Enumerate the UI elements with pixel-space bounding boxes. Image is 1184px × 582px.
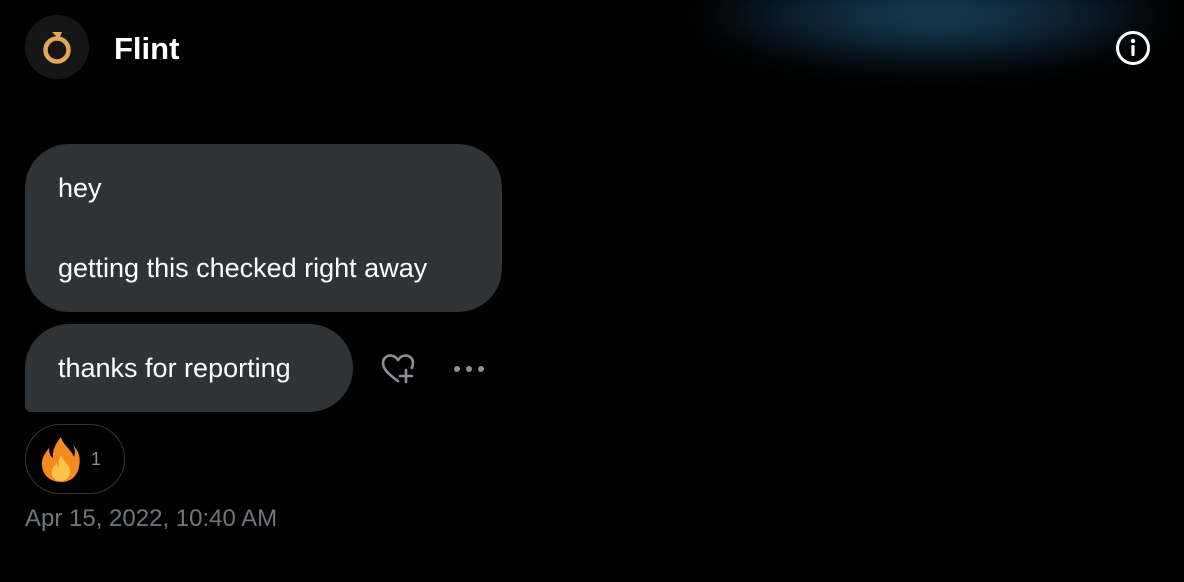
add-reaction-button[interactable] [378,350,418,388]
avatar[interactable] [25,15,89,79]
info-icon [1116,31,1150,65]
message-timestamp: Apr 15, 2022, 10:40 AM [25,505,278,532]
more-horizontal-icon [454,366,484,372]
info-button[interactable] [1114,29,1152,67]
reaction-count: 1 [91,448,102,469]
more-options-button[interactable] [450,352,488,386]
fire-emoji-icon [37,435,85,483]
dm-conversation: Flint hey getting this checked right awa… [0,0,1184,582]
message-bubble[interactable]: hey getting this checked right away [25,144,502,312]
conversation-title[interactable]: Flint [114,31,179,67]
heart-plus-icon [381,354,415,384]
background-glow [700,0,1170,70]
flint-logo-icon [43,32,71,64]
reaction-pill[interactable]: 1 [25,424,125,494]
message-text: hey [58,173,102,203]
message-text: getting this checked right away [58,253,428,283]
message-bubble[interactable]: thanks for reporting [25,324,353,412]
message-text: thanks for reporting [58,353,291,383]
